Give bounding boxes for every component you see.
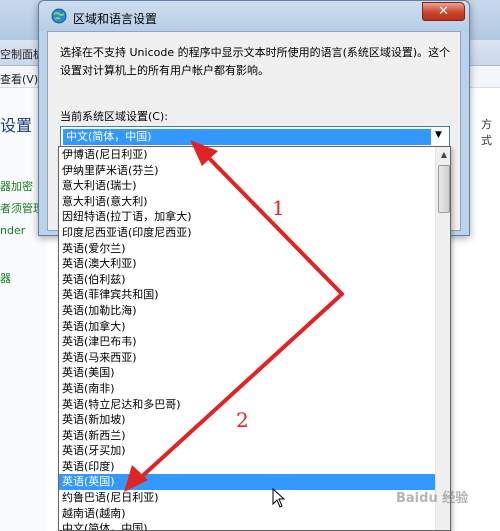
locale-option[interactable]: 英语(印度) <box>59 459 435 475</box>
locale-option[interactable]: 英语(加勒比海) <box>59 303 435 319</box>
locale-option[interactable]: 英语(菲律宾共和国) <box>59 287 435 303</box>
locale-dropdown-list[interactable]: 伊博语(尼日利亚) 伊纳里萨米语(芬兰) 意大利语(瑞士) 意大利语(意大利) 因纽特语… <box>58 146 451 531</box>
locale-option[interactable]: 伊纳里萨米语(芬兰) <box>59 163 435 179</box>
nav-link-encryption[interactable]: 器加密 <box>0 178 33 194</box>
chevron-down-icon[interactable]: ▼ <box>435 130 442 140</box>
locale-option[interactable]: 印度尼西亚语(印度尼西亚) <box>59 225 435 241</box>
menu-view[interactable]: 查看(V) <box>0 71 38 87</box>
locale-option[interactable]: 英语(美国) <box>59 365 435 381</box>
locale-option[interactable]: 英语(牙买加) <box>59 443 435 459</box>
locale-option[interactable]: 英语(马来西亚) <box>59 350 435 366</box>
locale-option[interactable]: 英语(南非) <box>59 381 435 397</box>
page-heading: 设置 <box>0 116 33 135</box>
annotation-label-2: 2 <box>236 408 249 432</box>
locale-option[interactable]: 中文(简体，中国) <box>59 521 435 530</box>
mouse-cursor-icon <box>272 488 286 508</box>
dialog-titlebar[interactable]: 区域和语言设置 ✕ <box>39 1 469 31</box>
locale-options: 伊博语(尼日利亚) 伊纳里萨米语(芬兰) 意大利语(瑞士) 意大利语(意大利) 因纽特语… <box>59 147 435 530</box>
nav-link-defender[interactable]: nder <box>0 224 25 237</box>
locale-option[interactable]: 英语(伯利兹) <box>59 272 435 288</box>
locale-option[interactable]: 英语(英国) <box>59 474 435 491</box>
scroll-up-icon[interactable]: ▲ <box>436 147 450 163</box>
locale-option[interactable]: 英语(澳大利亚) <box>59 256 435 272</box>
watermark: Baidu 经验 <box>396 491 469 506</box>
annotation-label-1: 1 <box>272 196 285 220</box>
globe-icon <box>51 8 67 24</box>
system-locale-label: 当前系统区域设置(C): <box>60 110 168 123</box>
close-button[interactable]: ✕ <box>422 2 465 21</box>
locale-option[interactable]: 英语(加拿大) <box>59 319 435 335</box>
locale-option[interactable]: 越南语(越南) <box>59 506 435 522</box>
dialog-title: 区域和语言设置 <box>73 12 158 26</box>
locale-option[interactable]: 约鲁巴语(尼日利亚) <box>59 490 435 506</box>
right-text-fragment: 方式 <box>481 118 492 147</box>
scrollbar[interactable]: ▲ <box>435 147 450 530</box>
system-locale-value: 中文(简体，中国) <box>63 129 431 145</box>
locale-option[interactable]: 意大利语(意大利) <box>59 194 435 210</box>
description-text: 选择在不支持 Unicode 的程序中显示文本时所使用的语言(系统区域设置)。这… <box>60 46 451 77</box>
scroll-thumb[interactable] <box>438 165 450 213</box>
locale-option[interactable]: 伊博语(尼日利亚) <box>59 147 435 163</box>
locale-option[interactable]: 因纽特语(拉丁语，加拿大) <box>59 209 435 225</box>
system-locale-select[interactable]: 中文(简体，中国) ▼ <box>60 126 450 148</box>
locale-option[interactable]: 英语(爱尔兰) <box>59 241 435 257</box>
locale-option[interactable]: 意大利语(瑞士) <box>59 178 435 194</box>
locale-option[interactable]: 英语(津巴布韦) <box>59 334 435 350</box>
nav-link-device[interactable]: 器 <box>0 270 11 286</box>
